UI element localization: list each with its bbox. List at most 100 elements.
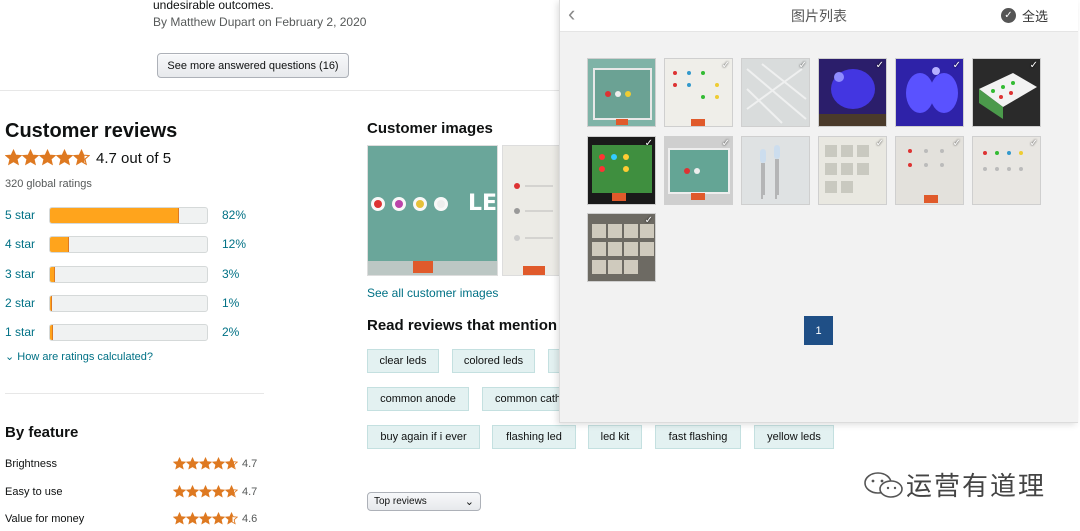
check-icon: ✓ [644,138,653,149]
histogram-bar[interactable] [49,294,208,312]
panel-header: ‹ 图片列表 ✓ 全选 [560,0,1078,32]
wechat-logo-icon [864,471,903,498]
feature-row: Brightness 4.7 [5,457,265,470]
panel-image-5[interactable]: ✓ [895,58,964,127]
star-icon [173,485,186,498]
see-more-questions-button[interactable]: See more answered questions (16) [157,53,349,78]
star-icon [22,149,39,166]
feature-stars [173,485,238,498]
star-icon [56,149,73,166]
feature-row: Easy to use 4.7 [5,485,265,498]
mention-chip[interactable]: common anode [367,387,469,411]
histogram-row-1[interactable]: 1 star 2% [5,323,255,341]
check-icon: ✓ [952,60,961,71]
star-icon [225,457,238,470]
star-icon [225,512,238,525]
mention-chip[interactable]: led kit [588,425,642,449]
check-icon: ✓ [875,138,884,149]
histogram-fill [50,266,55,282]
panel-image-7[interactable]: ✓ [587,136,656,205]
select-all-label[interactable]: 全选 [1022,6,1048,25]
histogram-bar[interactable] [49,323,208,341]
histogram-bar[interactable] [49,265,208,283]
star-icon [225,485,238,498]
panel-image-2[interactable]: ✓ [664,58,733,127]
star-icon [39,149,56,166]
histogram-row-4[interactable]: 4 star 12% [5,235,255,253]
global-ratings-count: 320 global ratings [5,178,92,190]
how-ratings-calculated-link[interactable]: ⌄ How are ratings calculated? [5,350,153,363]
feature-row: Value for money 4.6 [5,512,265,525]
panel-image-6[interactable]: ✓ [972,58,1041,127]
histogram-label[interactable]: 1 star [5,325,49,339]
mention-chip[interactable]: yellow leds [754,425,834,449]
check-icon: ✓ [1029,138,1038,149]
divider [0,90,560,91]
customer-reviews-heading: Customer reviews [5,120,178,142]
star-icon [186,457,199,470]
mention-chip[interactable]: colored leds [452,349,535,373]
check-icon: ✓ [721,138,730,149]
histogram-row-5[interactable]: 5 star 82% [5,206,255,224]
histogram-row-3[interactable]: 3 star 3% [5,265,255,283]
check-circle-icon: ✓ [1000,8,1016,23]
histogram-bar[interactable] [49,235,208,253]
check-icon: ✓ [875,60,884,71]
answer-text: undesirable outcomes. [153,0,274,12]
panel-image-11[interactable]: ✓ [895,136,964,205]
star-icon [173,512,186,525]
panel-image-13[interactable]: ✓ [587,213,656,282]
histogram-label[interactable]: 3 star [5,267,49,281]
histogram-percent[interactable]: 3% [222,267,239,281]
pagination-page-button[interactable]: 1 [804,316,833,345]
panel-image-9[interactable] [741,136,810,205]
histogram-bar[interactable] [49,206,208,224]
histogram-label[interactable]: 4 star [5,237,49,251]
by-feature-heading: By feature [5,424,79,441]
histogram-row-2[interactable]: 2 star 1% [5,294,255,312]
check-icon: ✓ [952,138,961,149]
answer-byline: By Matthew Dupart on February 2, 2020 [153,15,367,29]
panel-image-4[interactable]: ✓ [818,58,887,127]
customer-image[interactable] [502,145,562,276]
mention-chip[interactable]: fast flashing [655,425,741,449]
histogram-percent[interactable]: 82% [222,208,246,222]
chevron-down-icon: ⌄ [464,496,474,508]
histogram-label[interactable]: 5 star [5,208,49,222]
star-icon [199,512,212,525]
mention-chip[interactable]: common cath [482,387,560,411]
divider [5,393,264,394]
mention-chip[interactable]: flashing led [492,425,576,449]
panel-image-3[interactable]: ✓ [741,58,810,127]
histogram-fill [50,207,179,223]
single-leds-thumb [760,145,780,199]
mention-chip[interactable]: clear leds [367,349,439,373]
how-ratings-calculated-label[interactable]: How are ratings calculated? [17,351,153,363]
feature-name: Brightness [5,457,57,470]
panel-image-10[interactable]: ✓ [818,136,887,205]
mention-chip[interactable]: buy again if i ever [367,425,480,449]
histogram-fill [50,324,54,340]
sort-reviews-select[interactable]: Top reviews ⌄ [367,492,481,511]
star-icon [73,149,90,166]
histogram-percent[interactable]: 12% [222,237,246,251]
customer-image[interactable]: LE [367,145,498,276]
feature-value: 4.6 [242,512,258,525]
image-list-panel: ‹ 图片列表 ✓ 全选 ✓ ✓ ✓ ✓ ✓ ✓ ✓ ✓ ✓ ✓ ✓ 1 [559,0,1078,423]
led-box-thumb [593,68,652,125]
histogram-percent[interactable]: 1% [222,296,239,310]
led-box-photo: LE [368,146,497,275]
select-all-toggle[interactable]: ✓ 全选 [1000,6,1048,25]
panel-image-8[interactable]: ✓ [664,136,733,205]
check-icon: ✓ [798,60,807,71]
panel-image-1[interactable] [587,58,656,127]
overall-star-rating [5,149,90,166]
panel-image-12[interactable]: ✓ [972,136,1041,205]
feature-name: Value for money [5,512,85,525]
star-icon [186,512,199,525]
feature-stars [173,512,238,525]
star-icon [199,457,212,470]
histogram-label[interactable]: 2 star [5,296,49,310]
see-all-customer-images-link[interactable]: See all customer images [367,286,498,300]
histogram-percent[interactable]: 2% [222,325,239,339]
